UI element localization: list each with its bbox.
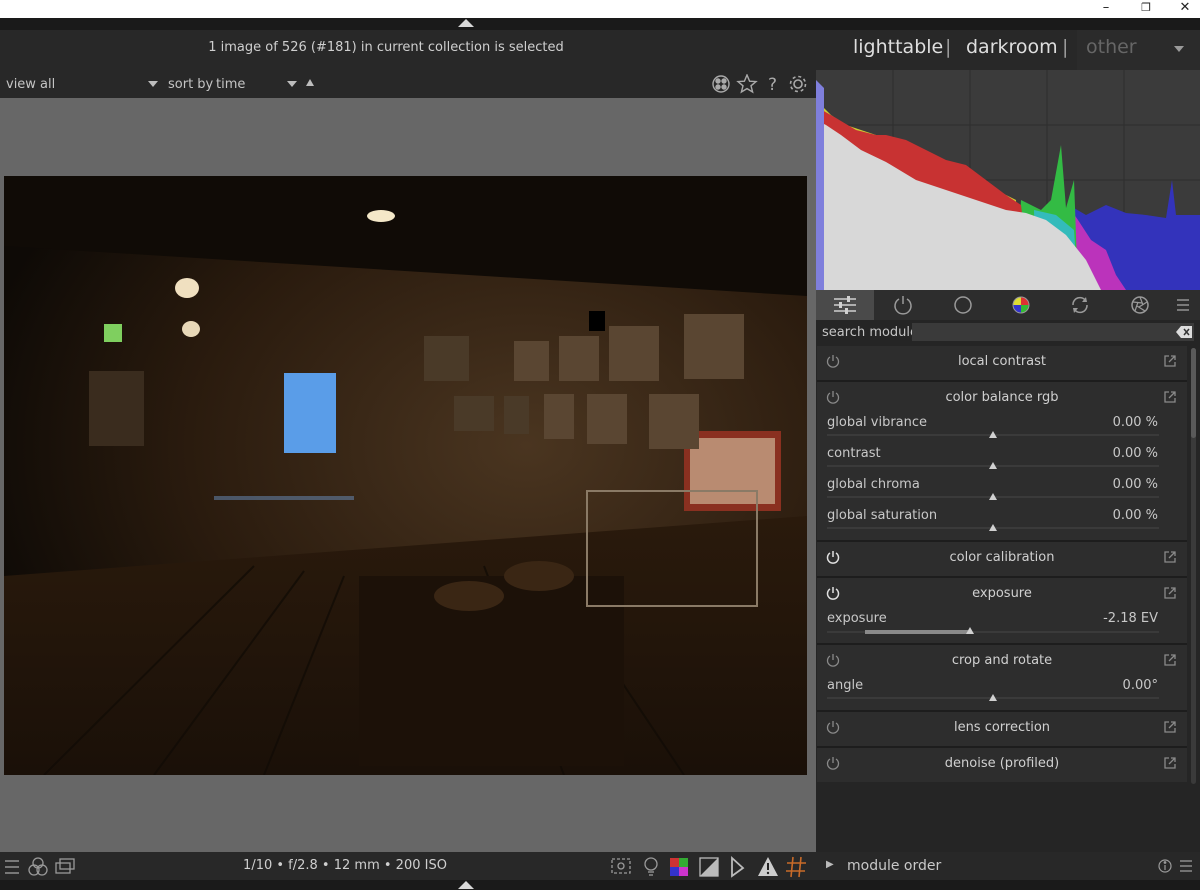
close-button[interactable]: ✕ — [1170, 0, 1200, 18]
view-separator: | — [945, 36, 952, 58]
popout-icon[interactable] — [1163, 653, 1177, 667]
popout-icon[interactable] — [1163, 550, 1177, 564]
star-icon[interactable] — [736, 74, 758, 94]
softproof-icon[interactable] — [699, 857, 719, 877]
collapse-bottom-panel-icon[interactable] — [458, 881, 474, 889]
global-chroma-value[interactable]: 0.00 % — [1113, 477, 1158, 492]
top-panel-border[interactable] — [0, 18, 1200, 30]
contrast-value[interactable]: 0.00 % — [1113, 446, 1158, 461]
angle-value[interactable]: 0.00° — [1123, 678, 1158, 693]
guides-grid-icon[interactable] — [786, 856, 806, 878]
color-wheel-icon — [1012, 296, 1030, 314]
module-title: exposure — [972, 586, 1032, 601]
view-separator: | — [1062, 36, 1069, 58]
expand-arrow-icon[interactable]: ▶ — [826, 859, 834, 870]
chevron-down-icon[interactable] — [287, 81, 297, 87]
search-module-input[interactable] — [912, 323, 1194, 341]
popout-icon[interactable] — [1163, 756, 1177, 770]
angle-label: angle — [827, 678, 864, 693]
slider-marker[interactable] — [989, 524, 997, 531]
photo-image — [4, 176, 807, 775]
hamburger-icon[interactable] — [1176, 298, 1190, 312]
popout-icon[interactable] — [1163, 720, 1177, 734]
warning-icon[interactable] — [758, 857, 778, 876]
popout-icon[interactable] — [1163, 354, 1177, 368]
lightbulb-icon[interactable] — [644, 857, 658, 876]
photo-preview[interactable] — [4, 176, 807, 775]
collapse-top-panel-icon[interactable] — [458, 19, 474, 27]
popout-icon[interactable] — [1163, 390, 1177, 404]
module-title: color calibration — [949, 550, 1055, 565]
rotate-icon — [1072, 296, 1088, 314]
slider-marker[interactable] — [989, 694, 997, 701]
bottom-panel-border[interactable] — [0, 880, 1200, 890]
sort-by-select[interactable]: time — [216, 77, 245, 92]
module-scrollbar-thumb[interactable] — [1191, 348, 1196, 438]
gamut-check-icon[interactable] — [731, 856, 745, 878]
gear-icon[interactable] — [789, 75, 807, 93]
grouping-icon[interactable] — [712, 75, 730, 93]
image-exif-info: 1/10 • f/2.8 • 12 mm • 200 ISO — [243, 858, 447, 873]
chevron-down-icon[interactable] — [1174, 46, 1184, 52]
sort-by-label: sort by — [168, 77, 214, 92]
view-filter-select[interactable]: all — [40, 77, 55, 92]
clear-search-icon[interactable] — [1176, 325, 1192, 339]
exposure-slider-fill — [865, 630, 968, 634]
aperture-icon — [1131, 296, 1149, 314]
power-icon — [894, 296, 912, 315]
popout-icon[interactable] — [1163, 586, 1177, 600]
circle-icon — [954, 296, 972, 314]
sliders-icon — [834, 296, 856, 314]
hamburger-icon[interactable] — [1180, 860, 1192, 872]
focus-peaking-icon[interactable] — [611, 858, 631, 874]
slider-marker[interactable] — [989, 431, 997, 438]
collection-info: 1 image of 526 (#181) in current collect… — [208, 40, 564, 55]
info-icon[interactable] — [1158, 859, 1172, 873]
view-darkroom-link[interactable]: darkroom — [966, 36, 1058, 58]
module-title: lens correction — [953, 720, 1051, 735]
slider-marker[interactable] — [989, 493, 997, 500]
exposure-value[interactable]: -2.18 EV — [1103, 611, 1158, 626]
histogram-plot — [816, 70, 1200, 290]
global-chroma-label: global chroma — [827, 477, 920, 492]
module-order-label[interactable]: module order — [847, 858, 941, 874]
slider-marker[interactable] — [965, 627, 974, 634]
search-module-label: search module — [822, 325, 919, 340]
view-other-link[interactable]: other — [1086, 36, 1137, 58]
global-vibrance-value[interactable]: 0.00 % — [1113, 415, 1158, 430]
restore-button[interactable]: ❐ — [1131, 0, 1161, 18]
module-title: denoise (profiled) — [944, 756, 1060, 771]
filterbar-icons: ? — [712, 74, 807, 94]
bottom-toggle-icons — [611, 856, 806, 878]
slider-marker[interactable] — [989, 462, 997, 469]
module-title: crop and rotate — [951, 653, 1053, 668]
color-assessment-icon[interactable] — [670, 858, 688, 876]
histogram[interactable] — [816, 70, 1200, 290]
window-titlebar — [0, 0, 1200, 18]
filter-bar — [0, 70, 816, 98]
global-saturation-label: global saturation — [827, 508, 938, 523]
minimize-button[interactable]: – — [1091, 0, 1121, 18]
exposure-label: exposure — [827, 611, 887, 626]
view-filter-label: view — [6, 77, 36, 92]
module-title: color balance rgb — [945, 390, 1059, 405]
chevron-down-icon[interactable] — [148, 81, 158, 87]
view-lighttable-link[interactable]: lighttable — [853, 36, 943, 58]
global-vibrance-label: global vibrance — [827, 415, 928, 430]
bottom-right-icons — [1158, 859, 1192, 873]
help-icon[interactable]: ? — [768, 75, 777, 94]
sort-order-icon[interactable] — [306, 79, 314, 86]
global-saturation-value[interactable]: 0.00 % — [1113, 508, 1158, 523]
contrast-label: contrast — [827, 446, 881, 461]
module-title: local contrast — [957, 354, 1047, 369]
